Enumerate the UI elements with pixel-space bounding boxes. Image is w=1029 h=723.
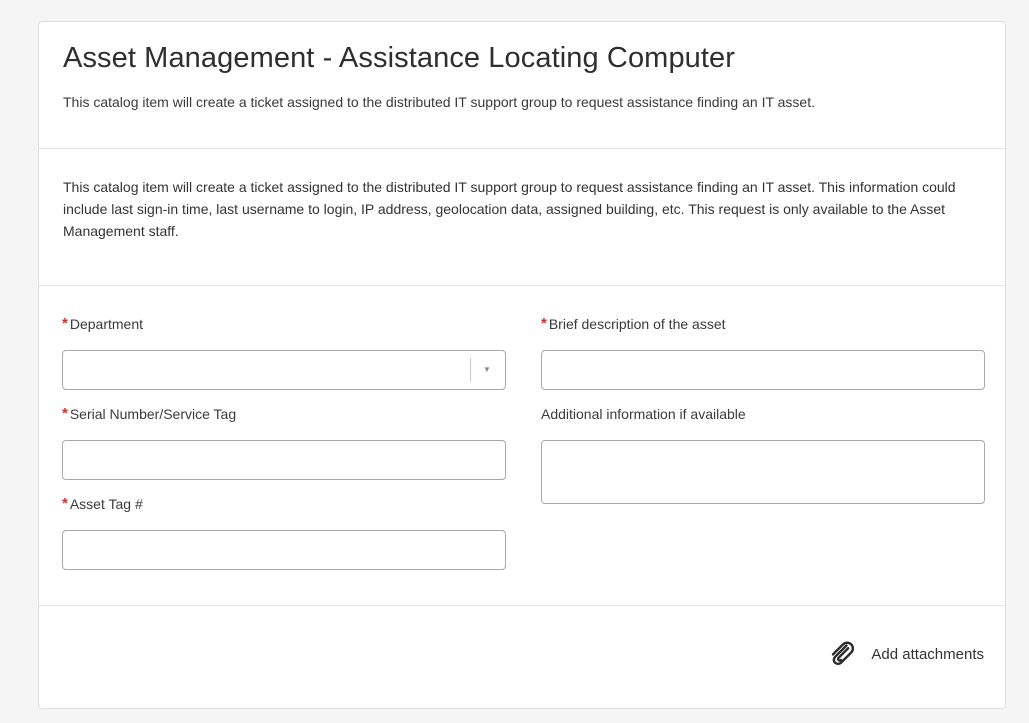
required-marker: * [62, 405, 68, 422]
additional-info-label: Additional information if available [541, 404, 985, 424]
required-marker: * [62, 315, 68, 332]
department-field: * Department ▼ [62, 314, 506, 390]
select-divider [470, 358, 471, 382]
asset-tag-field: * Asset Tag # [62, 494, 506, 570]
additional-info-textarea[interactable] [541, 440, 985, 504]
department-label: * Department [62, 314, 506, 334]
page-title: Asset Management - Assistance Locating C… [63, 42, 736, 74]
serial-number-field: * Serial Number/Service Tag [62, 404, 506, 480]
catalog-item-card: Asset Management - Assistance Locating C… [38, 21, 1006, 709]
asset-tag-label-text: Asset Tag # [69, 496, 143, 512]
serial-number-input[interactable] [62, 440, 506, 480]
catalog-item-description: This catalog item will create a ticket a… [39, 149, 1005, 286]
add-attachments-label: Add attachments [871, 645, 984, 663]
caret-down-icon[interactable]: ▼ [480, 362, 494, 378]
catalog-item-footer: Add attachments [39, 606, 1005, 706]
add-attachments-button[interactable]: Add attachments [827, 639, 984, 669]
additional-info-label-text: Additional information if available [541, 406, 746, 422]
department-select[interactable]: ▼ [62, 350, 506, 390]
brief-description-field: * Brief description of the asset [541, 314, 985, 390]
catalog-item-header: Asset Management - Assistance Locating C… [39, 22, 1005, 149]
department-label-text: Department [69, 316, 143, 332]
serial-number-label: * Serial Number/Service Tag [62, 404, 506, 424]
required-marker: * [541, 315, 547, 332]
asset-tag-label: * Asset Tag # [62, 494, 506, 514]
short-description: This catalog item will create a ticket a… [63, 94, 815, 110]
asset-tag-input[interactable] [62, 530, 506, 570]
additional-info-field: Additional information if available [541, 404, 985, 504]
brief-description-label-text: Brief description of the asset [548, 316, 726, 332]
brief-description-label: * Brief description of the asset [541, 314, 985, 334]
brief-description-input[interactable] [541, 350, 985, 390]
catalog-item-form: * Department ▼ * Serial Number/Service T… [39, 286, 1005, 606]
required-marker: * [62, 495, 68, 512]
paperclip-icon [832, 641, 855, 666]
serial-number-label-text: Serial Number/Service Tag [69, 406, 237, 422]
